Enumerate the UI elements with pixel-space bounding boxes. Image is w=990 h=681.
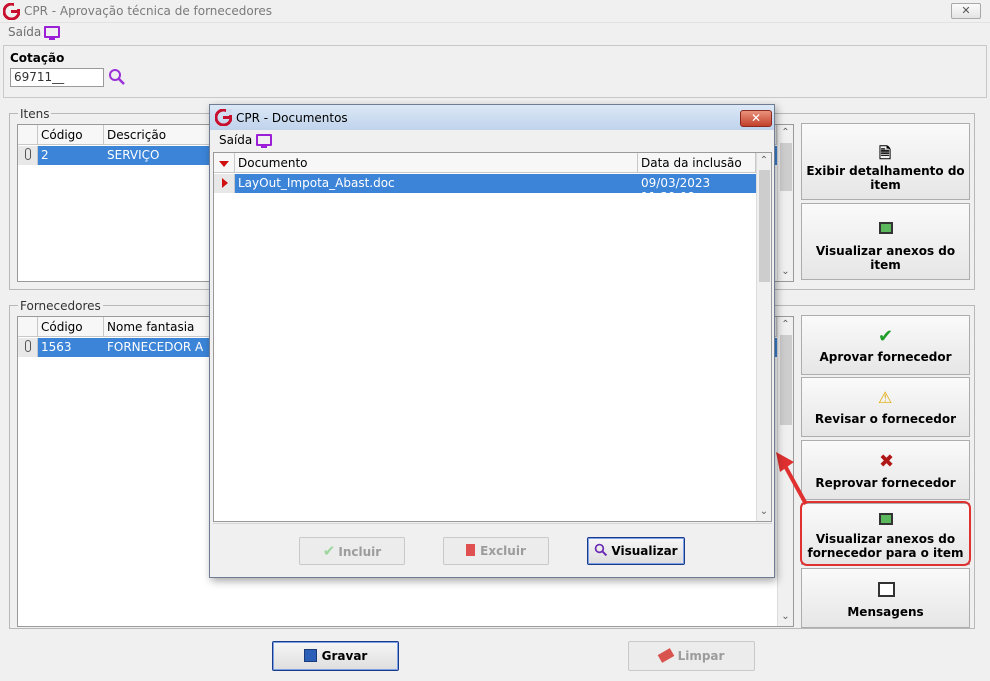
reprovar-fornecedor-label: Reprovar fornecedor	[815, 476, 956, 490]
gravar-label: Gravar	[321, 649, 368, 663]
excluir-label: Excluir	[480, 544, 526, 558]
monitor-icon[interactable]	[256, 134, 272, 148]
monitor-icon[interactable]	[44, 26, 60, 40]
chevron-up-icon[interactable]: ⌃	[757, 155, 771, 166]
close-button[interactable]: ✕	[951, 3, 981, 19]
visualizar-anexos-item-label: Visualizar anexos do item	[815, 244, 956, 272]
dialog-close-button[interactable]: ✕	[740, 110, 772, 127]
grid-header-data-inclusao[interactable]: Data da inclusão	[638, 153, 756, 173]
excluir-button[interactable]: Excluir	[443, 537, 549, 565]
limpar-button[interactable]: Limpar	[628, 641, 755, 671]
menu-bar: Saída	[8, 25, 41, 39]
scrollbar-thumb[interactable]	[780, 335, 792, 425]
visualizar-anexos-item-button[interactable]: Visualizar anexos do item	[801, 203, 970, 280]
scrollbar[interactable]: ⌃ ⌄	[777, 125, 793, 281]
table-row[interactable]: 1563	[38, 338, 104, 357]
aprovar-fornecedor-label: Aprovar fornecedor	[819, 350, 952, 364]
menu-saida[interactable]: Saída	[8, 25, 41, 39]
cotacao-label: Cotação	[10, 51, 65, 65]
eraser-icon	[657, 648, 674, 663]
dialog-title-bar: CPR - Documentos ✕	[210, 105, 774, 130]
main-window-title: CPR - Aprovação técnica de fornecedores	[24, 4, 273, 18]
sort-down-icon	[219, 161, 229, 167]
table-row[interactable]: 2	[38, 146, 104, 165]
table-row-indicator	[18, 338, 38, 357]
paperclip-icon	[25, 148, 31, 160]
chevron-up-icon[interactable]: ⌃	[778, 127, 793, 138]
table-row[interactable]: LayOut_Impota_Abast.doc	[235, 174, 638, 193]
scrollbar[interactable]: ⌃ ⌄	[756, 153, 771, 521]
check-icon: ✔	[322, 542, 336, 560]
visualizar-button[interactable]: Visualizar	[587, 537, 685, 565]
dialog-title: CPR - Documentos	[236, 111, 348, 125]
grid-header-codigo[interactable]: Código	[38, 317, 104, 337]
trash-icon	[466, 544, 476, 556]
search-icon[interactable]	[108, 68, 126, 86]
fornecedores-group-label: Fornecedores	[18, 299, 103, 313]
limpar-label: Limpar	[677, 649, 725, 663]
chevron-up-icon[interactable]: ⌃	[778, 319, 793, 330]
search-icon	[595, 543, 608, 557]
documentos-dialog: CPR - Documentos ✕ Saída Documento Data …	[209, 104, 775, 578]
dialog-button-bar: ✔ Incluir Excluir Visualizar	[213, 523, 772, 575]
grid-header-indicator	[214, 153, 235, 173]
monitor-attachment-icon	[879, 222, 893, 234]
table-row[interactable]: 09/03/2023 11:39:08	[638, 174, 756, 204]
row-pointer-icon	[222, 178, 228, 188]
documentos-grid[interactable]: Documento Data da inclusão LayOut_Impota…	[213, 152, 772, 522]
save-icon	[303, 649, 317, 662]
messages-icon	[878, 582, 895, 597]
aprovar-fornecedor-button[interactable]: ✔ Aprovar fornecedor	[801, 315, 970, 375]
check-icon: ✔	[878, 326, 894, 347]
incluir-button[interactable]: ✔ Incluir	[299, 537, 405, 565]
visualizar-label: Visualizar	[611, 544, 678, 558]
grid-header-indicator	[18, 317, 38, 337]
red-arrow-annotation	[776, 452, 808, 505]
grid-header-indicator	[18, 125, 38, 145]
gravar-button[interactable]: Gravar	[272, 641, 399, 671]
dialog-menu-saida[interactable]: Saída	[219, 133, 252, 147]
incluir-label: Incluir	[338, 545, 382, 559]
app-logo-icon	[215, 109, 232, 126]
cotacao-panel: Cotação 69711__	[3, 45, 987, 98]
main-title-bar: CPR - Aprovação técnica de fornecedores …	[0, 0, 990, 23]
chevron-down-icon[interactable]: ⌄	[778, 611, 793, 622]
grid-header-codigo[interactable]: Código	[38, 125, 104, 145]
scrollbar-thumb[interactable]	[780, 143, 792, 191]
mensagens-label: Mensagens	[847, 605, 924, 619]
exibir-detalhamento-label: Exibir detalhamento do item	[806, 164, 965, 192]
table-row-indicator	[214, 174, 235, 193]
grid-header-documento[interactable]: Documento	[235, 153, 638, 173]
revisar-fornecedor-button[interactable]: ⚠ Revisar o fornecedor	[801, 377, 970, 437]
mensagens-button[interactable]: Mensagens	[801, 568, 970, 628]
scrollbar-thumb[interactable]	[759, 170, 770, 282]
reprovar-fornecedor-button[interactable]: ✖ Reprovar fornecedor	[801, 440, 970, 500]
x-icon: ✖	[879, 451, 895, 472]
chevron-down-icon[interactable]: ⌄	[757, 506, 771, 517]
chevron-down-icon[interactable]: ⌄	[778, 266, 793, 277]
app-logo-icon	[3, 3, 20, 20]
table-row-indicator	[18, 146, 38, 165]
warning-icon: ⚠	[878, 388, 893, 407]
itens-group-label: Itens	[18, 107, 52, 121]
cotacao-input[interactable]: 69711__	[10, 68, 104, 87]
revisar-fornecedor-label: Revisar o fornecedor	[814, 412, 957, 426]
highlight-box	[800, 501, 971, 566]
paperclip-icon	[25, 340, 31, 352]
exibir-detalhamento-button[interactable]: 🗎 Exibir detalhamento do item	[801, 123, 970, 200]
